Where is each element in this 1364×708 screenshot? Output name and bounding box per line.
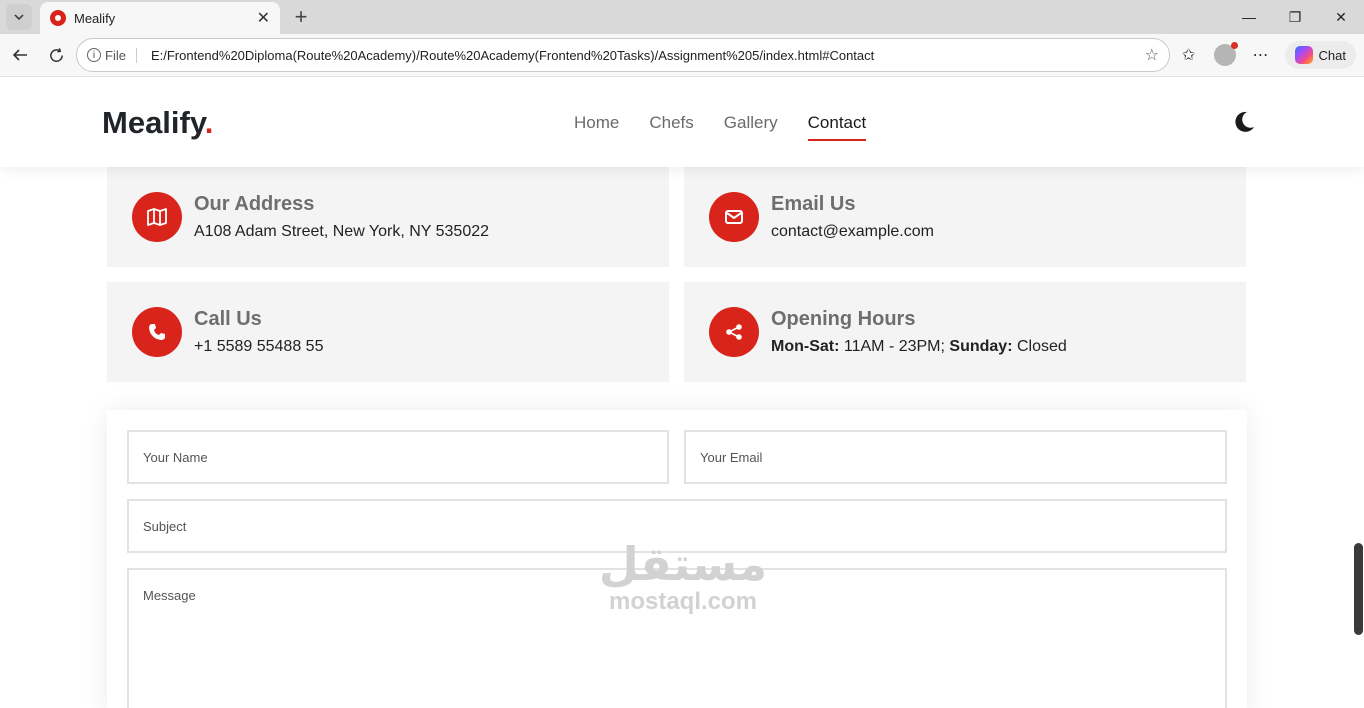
hours-text: Mon-Sat: 11AM - 23PM; Sunday: Closed <box>771 338 1067 356</box>
email-placeholder: Your Email <box>700 449 763 465</box>
restore-icon[interactable]: ❐ <box>1272 0 1318 34</box>
reload-icon <box>49 47 63 62</box>
tab-list-button[interactable] <box>6 4 32 30</box>
browser-toolbar: i File E:/Frontend%20Diploma(Route%20Aca… <box>0 34 1364 77</box>
hours-title: Opening Hours <box>771 308 916 330</box>
browser-tab[interactable]: Mealify ✕ <box>40 2 280 34</box>
copilot-chat-button[interactable]: Chat <box>1284 41 1356 69</box>
new-tab-button[interactable]: + <box>288 4 314 30</box>
info-icon: i <box>87 48 101 62</box>
name-placeholder: Your Name <box>143 449 208 465</box>
main-nav: Home Chefs Gallery Contact <box>574 113 896 141</box>
scheme-label: File <box>105 47 126 63</box>
window-controls: — ❐ ✕ <box>1226 0 1364 34</box>
phone-title: Call Us <box>194 308 262 330</box>
phone-text[interactable]: +1 5589 55488 55 <box>194 338 323 356</box>
address-card: Our Address A108 Adam Street, New York, … <box>107 167 669 267</box>
email-title: Email Us <box>771 193 856 215</box>
arrow-left-icon <box>12 49 27 61</box>
share-icon <box>709 307 759 357</box>
avatar <box>1213 42 1238 66</box>
hours-card: Opening Hours Mon-Sat: 11AM - 23PM; Sund… <box>684 282 1246 382</box>
minimize-icon[interactable]: — <box>1226 0 1272 34</box>
browser-tab-strip: Mealify ✕ + — ❐ ✕ <box>0 0 1364 34</box>
favorite-star-icon[interactable]: ☆ <box>1145 45 1159 65</box>
envelope-icon <box>709 192 759 242</box>
watermark: مستقل mostaql.com <box>598 540 768 616</box>
dark-mode-toggle[interactable] <box>1232 110 1256 139</box>
nav-link-chefs[interactable]: Chefs <box>649 113 693 141</box>
phone-icon <box>132 307 182 357</box>
weekday-label: Mon-Sat: <box>771 338 840 355</box>
profile-button[interactable] <box>1207 38 1243 72</box>
nav-link-contact[interactable]: Contact <box>807 113 867 141</box>
site-logo[interactable]: Mealify. <box>102 105 213 141</box>
nav-link-gallery[interactable]: Gallery <box>724 113 778 141</box>
page-scrollbar-thumb[interactable] <box>1354 543 1363 635</box>
sunday-label: Sunday: <box>949 338 1013 355</box>
moon-icon <box>1235 111 1254 132</box>
logo-dot: . <box>204 105 214 140</box>
more-menu-icon[interactable]: ⋯ <box>1243 38 1279 72</box>
watermark-latin: mostaql.com <box>608 588 758 615</box>
reload-button[interactable] <box>38 37 74 73</box>
close-tab-icon[interactable]: ✕ <box>257 8 270 28</box>
chevron-down-icon <box>14 14 24 21</box>
toolbar-right: ✩ ⋯ Chat <box>1171 38 1356 72</box>
message-placeholder: Message <box>143 588 196 603</box>
address-title: Our Address <box>194 193 315 215</box>
site-info-chip[interactable]: i File <box>87 47 137 63</box>
url-text[interactable]: E:/Frontend%20Diploma(Route%20Academy)/R… <box>151 48 1145 63</box>
email-text[interactable]: contact@example.com <box>771 223 934 241</box>
back-button[interactable] <box>2 37 38 73</box>
logo-text: Mealify <box>102 105 205 140</box>
favorites-icon[interactable]: ✩ <box>1171 38 1207 72</box>
address-bar[interactable]: i File E:/Frontend%20Diploma(Route%20Aca… <box>76 38 1170 72</box>
weekday-hours: 11AM - 23PM; <box>839 338 950 355</box>
phone-card: Call Us +1 5589 55488 55 <box>107 282 669 382</box>
sunday-hours: Closed <box>1012 338 1067 355</box>
address-text: A108 Adam Street, New York, NY 535022 <box>194 223 490 240</box>
map-icon <box>132 192 182 242</box>
name-input[interactable]: Your Name <box>127 430 669 484</box>
site-favicon-icon <box>50 10 66 26</box>
watermark-arabic: مستقل <box>598 538 768 590</box>
chat-label: Chat <box>1318 47 1346 63</box>
close-window-icon[interactable]: ✕ <box>1318 0 1364 34</box>
nav-link-home[interactable]: Home <box>574 113 619 141</box>
email-card: Email Us contact@example.com <box>684 167 1246 267</box>
subject-placeholder: Subject <box>143 518 187 534</box>
copilot-icon <box>1294 46 1313 64</box>
tab-title: Mealify <box>74 10 116 26</box>
site-header: Mealify. Home Chefs Gallery Contact <box>0 77 1364 167</box>
email-input[interactable]: Your Email <box>684 430 1227 484</box>
